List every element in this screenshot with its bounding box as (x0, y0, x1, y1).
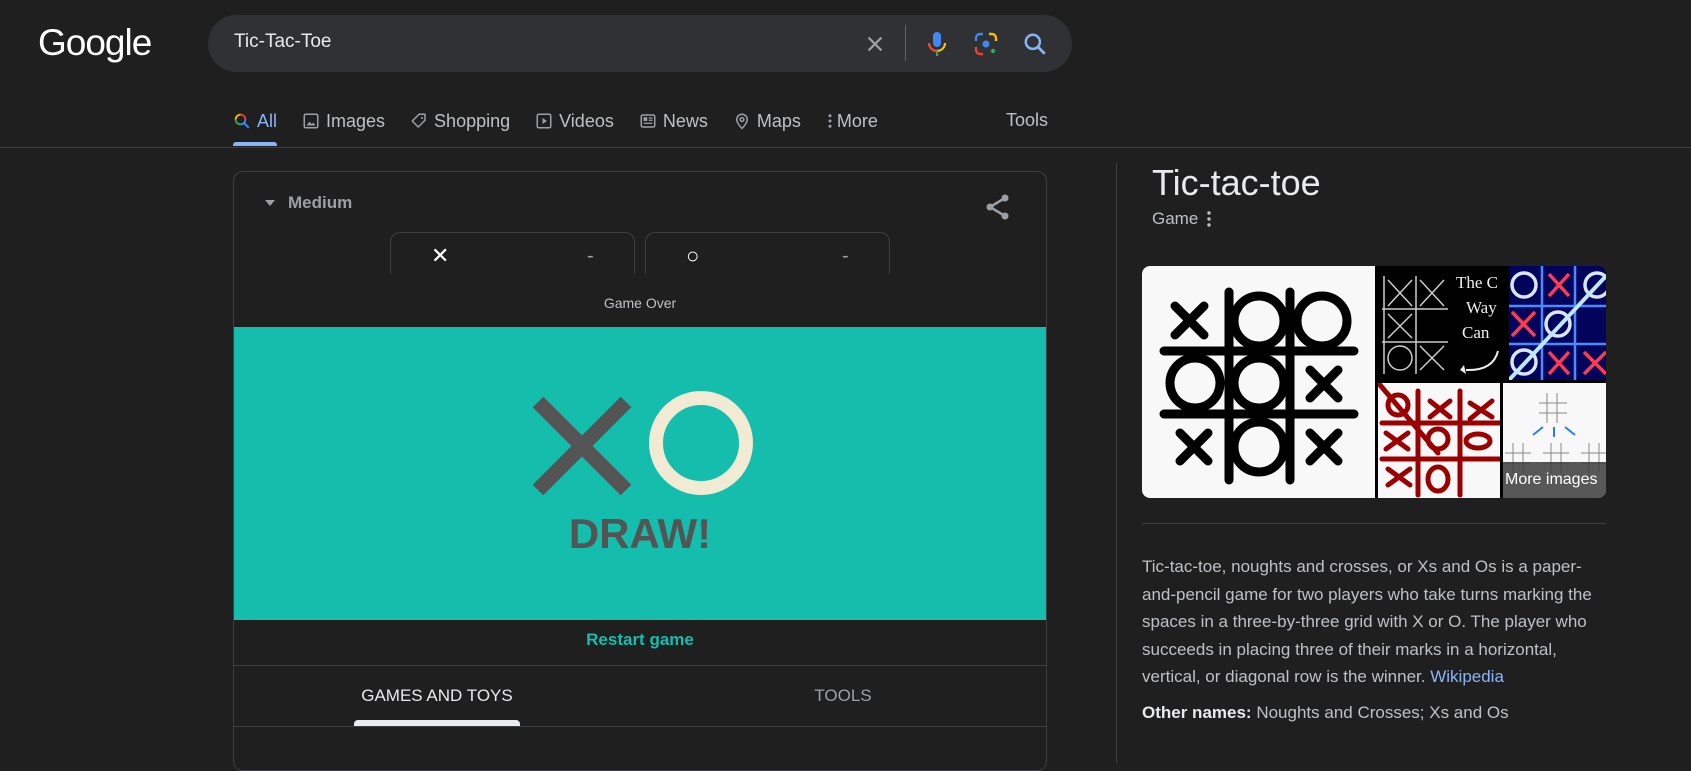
gallery-image-5[interactable]: More images (1503, 383, 1606, 498)
lens-icon[interactable] (971, 29, 1001, 59)
tab-label: Images (326, 110, 386, 131)
kp-subtitle: Game (1152, 209, 1212, 229)
image-caption: Can (1462, 323, 1490, 342)
tab-more[interactable]: More (826, 108, 878, 134)
image-icon (303, 113, 319, 129)
search-icon (234, 113, 250, 129)
o-mark-icon: ○ (686, 243, 700, 268)
tab-images[interactable]: Images (302, 108, 385, 134)
score-value: - (587, 245, 594, 267)
image-caption: The C (1456, 273, 1498, 292)
share-icon[interactable] (985, 193, 1011, 226)
tab-label: All (257, 110, 278, 131)
more-images-label: More images (1505, 471, 1598, 488)
column-divider (1116, 163, 1117, 763)
divider (234, 665, 1046, 666)
search-input[interactable]: Tic-Tac-Toe (234, 31, 331, 53)
microphone-icon[interactable] (922, 29, 952, 59)
tab-shopping[interactable]: Shopping (410, 108, 510, 134)
x-mark-icon: ✕ (431, 243, 450, 268)
x-mark-icon (532, 396, 632, 496)
tab-news[interactable]: News (639, 108, 708, 134)
kp-subtitle-text: Game (1152, 209, 1199, 228)
other-names: Other names: Noughts and Crosses; Xs and… (1142, 703, 1509, 723)
kp-description: Tic-tac-toe, noughts and crosses, or Xs … (1142, 553, 1612, 691)
other-names-value: Noughts and Crosses; Xs and Os (1256, 703, 1509, 722)
score-value: - (842, 245, 849, 267)
image-caption: Way (1466, 298, 1497, 317)
tab-videos[interactable]: Videos (535, 108, 614, 134)
kp-title: Tic-tac-toe (1152, 162, 1321, 203)
tag-icon (411, 113, 426, 128)
tab-label: Videos (559, 110, 614, 131)
tab-all[interactable]: All (233, 108, 278, 146)
image-gallery: The C Way Can More images (1142, 266, 1606, 498)
search-bar[interactable]: Tic-Tac-Toe (208, 15, 1072, 72)
more-vert-icon (828, 114, 832, 128)
more-vert-icon[interactable] (1206, 211, 1212, 227)
kp-divider (1142, 523, 1606, 524)
gallery-image-3[interactable] (1509, 266, 1606, 380)
tab-tools[interactable]: TOOLS (760, 686, 926, 706)
tab-label: More (836, 110, 878, 131)
news-icon (640, 114, 656, 128)
pin-icon (735, 113, 748, 130)
result-text: DRAW! (568, 510, 712, 557)
o-mark-icon (649, 391, 753, 495)
divider (234, 726, 1046, 727)
difficulty-label: Medium (288, 193, 353, 212)
other-names-label: Other names: (1142, 703, 1252, 722)
search-icon[interactable] (1020, 29, 1050, 59)
tab-label: Shopping (434, 110, 511, 131)
game-status: Game Over (603, 295, 677, 311)
search-divider (905, 25, 906, 61)
result-panel[interactable] (234, 327, 1046, 620)
tab-games-and-toys[interactable]: GAMES AND TOYS (354, 686, 520, 706)
description-text: Tic-tac-toe, noughts and crosses, or Xs … (1142, 557, 1592, 686)
player-o-score: ○ - (645, 232, 890, 274)
google-logo[interactable]: Google (38, 22, 152, 64)
caret-down-icon (265, 200, 275, 206)
difficulty-dropdown[interactable]: Medium (264, 193, 352, 213)
header-divider (0, 147, 1691, 148)
search-tabs: All Images Shopping Videos News Maps Mor… (233, 108, 903, 148)
tools-button[interactable]: Tools (1006, 110, 1048, 131)
more-images-button[interactable]: More images (1503, 462, 1606, 498)
clear-icon[interactable] (860, 29, 890, 59)
gallery-image-2[interactable]: The C Way Can (1378, 266, 1506, 380)
gallery-image-4[interactable] (1378, 383, 1500, 498)
tab-label: Maps (756, 110, 801, 131)
tab-maps[interactable]: Maps (733, 108, 801, 134)
wikipedia-link[interactable]: Wikipedia (1430, 667, 1504, 686)
tab-label: News (662, 110, 708, 131)
restart-game-button[interactable]: Restart game (234, 630, 1046, 650)
gallery-image-main[interactable] (1142, 266, 1375, 498)
player-x-score: ✕ - (390, 232, 635, 274)
play-icon (536, 113, 552, 129)
